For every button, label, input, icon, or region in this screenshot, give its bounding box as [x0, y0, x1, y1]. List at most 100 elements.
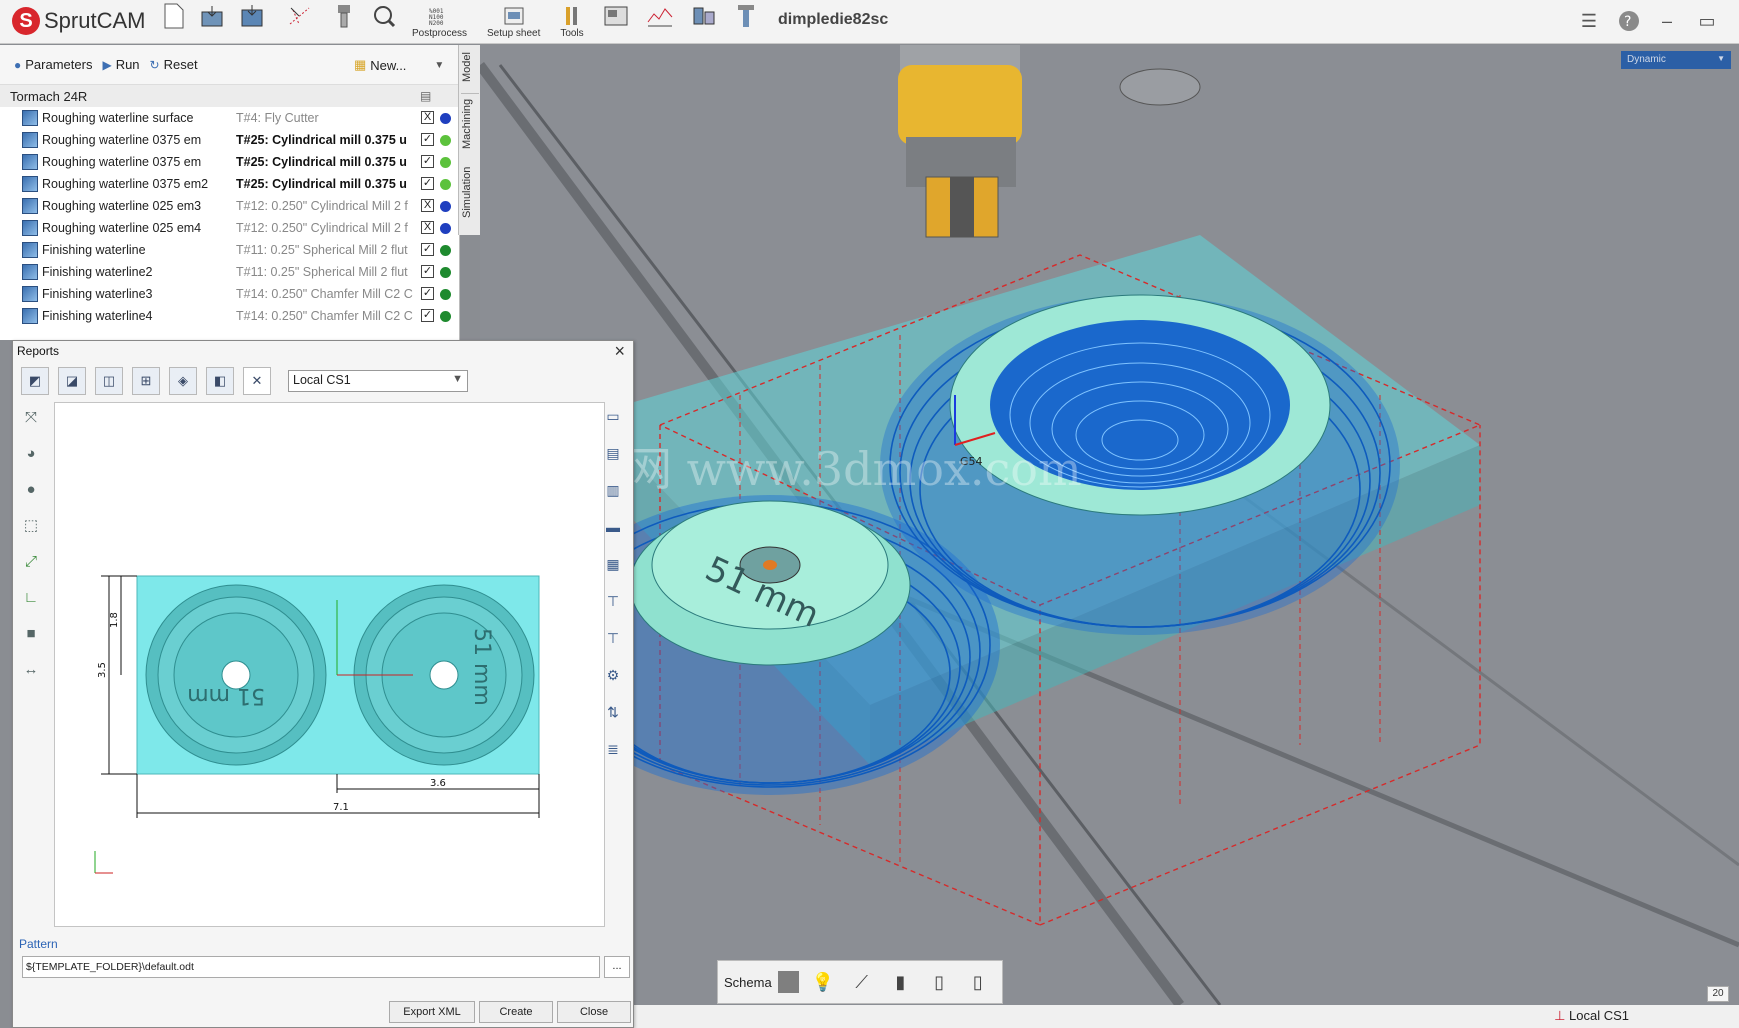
view-mode-value: Dynamic — [1627, 54, 1666, 65]
lightbulb-icon[interactable]: 💡 — [809, 967, 838, 997]
operation-row[interactable]: Finishing waterline4 T#14: 0.250" Chamfer… — [0, 305, 459, 327]
schema-label: Schema — [724, 974, 772, 990]
save-project-button[interactable] — [238, 4, 266, 40]
tool-view-icon[interactable]: ⊤ — [597, 586, 629, 616]
workpiece-shaded-icon[interactable]: ▮ — [886, 967, 915, 997]
operation-enabled-checkbox[interactable]: ✓ — [421, 309, 434, 322]
browse-pattern-button[interactable]: ... — [604, 956, 630, 978]
operation-row[interactable]: Finishing waterline T#11: 0.25" Spherical… — [0, 239, 459, 261]
operation-enabled-checkbox[interactable]: ✓ — [421, 133, 434, 146]
restore-button[interactable]: ▭ — [1694, 8, 1720, 34]
stock-view-icon[interactable]: ▥ — [597, 475, 629, 505]
axis-2d-icon[interactable]: ∟ — [17, 583, 45, 611]
parameters-label: Parameters — [25, 57, 93, 72]
operation-enabled-checkbox[interactable]: X — [421, 111, 434, 124]
operation-row[interactable]: Roughing waterline 0375 em2 T#25: Cylindr… — [0, 173, 459, 195]
page-layout-icon[interactable]: ▭ — [597, 401, 629, 431]
operation-name: Roughing waterline 0375 em — [42, 133, 202, 147]
axes-icon[interactable]: ⤢ — [17, 547, 45, 575]
operation-enabled-checkbox[interactable]: ✓ — [421, 265, 434, 278]
new-operation-button[interactable]: ▦ New... ▼ — [354, 57, 444, 73]
view-iso-icon[interactable]: ◈ — [169, 367, 197, 395]
clear-view-icon[interactable]: ✕ — [243, 367, 271, 395]
cs-select[interactable]: Local CS1 ▼ — [288, 370, 468, 392]
create-button[interactable]: Create — [479, 1001, 553, 1023]
pattern-input[interactable]: ${TEMPLATE_FOLDER}\default.odt — [22, 956, 600, 978]
parameters-button[interactable]: ● Parameters — [14, 57, 92, 72]
tab-machining[interactable]: Machining — [461, 93, 479, 153]
fixture-view-icon[interactable]: ▬ — [597, 512, 629, 542]
operation-enabled-checkbox[interactable]: ✓ — [421, 155, 434, 168]
view-section-icon[interactable]: ◧ — [206, 367, 234, 395]
run-button[interactable]: ▶ Run — [102, 57, 139, 72]
fit-view-icon[interactable]: ⤧ — [17, 403, 45, 431]
view-top-icon[interactable]: ◩ — [21, 367, 49, 395]
operation-row[interactable]: Roughing waterline 0375 em T#25: Cylindri… — [0, 129, 459, 151]
operation-tool: T#25: Cylindrical mill 0.375 u — [236, 133, 407, 147]
toolpath-button[interactable] — [286, 4, 314, 40]
postprocess-label: Postprocess — [412, 28, 468, 39]
operation-enabled-checkbox[interactable]: ✓ — [421, 177, 434, 190]
document-icon[interactable]: ▤ — [420, 89, 431, 103]
section-plane-icon[interactable]: ⟋ — [847, 967, 876, 997]
operation-enabled-checkbox[interactable]: X — [421, 221, 434, 234]
tools-button[interactable]: Tools — [558, 4, 586, 40]
list-view-icon[interactable]: ≣ — [597, 734, 629, 764]
close-icon[interactable]: × — [614, 341, 625, 362]
operation-row[interactable]: Roughing waterline 0375 em T#25: Cylindri… — [0, 151, 459, 173]
operation-enabled-checkbox[interactable]: ✓ — [421, 243, 434, 256]
operation-row[interactable]: Roughing waterline surface T#4: Fly Cutte… — [0, 107, 459, 129]
new-project-button[interactable] — [160, 3, 188, 40]
reset-button[interactable]: ↻ Reset — [150, 57, 198, 72]
setup-sheet-button[interactable]: Setup sheet — [487, 4, 540, 40]
menu-icon[interactable]: ☰ — [1576, 8, 1602, 34]
vertical-tabs: Model Machining Simulation — [458, 45, 480, 235]
minimize-button[interactable]: – — [1654, 8, 1680, 34]
fill-icon[interactable]: ■ — [17, 619, 45, 647]
tab-model[interactable]: Model — [461, 49, 479, 85]
operation-enabled-checkbox[interactable]: X — [421, 199, 434, 212]
machine-view-button[interactable] — [602, 4, 630, 40]
view-mode-select[interactable]: Dynamic ▼ — [1621, 51, 1731, 69]
operation-status-dot — [440, 223, 451, 234]
workpiece-transparent-icon[interactable]: ▯ — [963, 967, 992, 997]
operation-enabled-checkbox[interactable]: ✓ — [421, 287, 434, 300]
help-icon[interactable]: ? — [1616, 8, 1642, 34]
report-drawing-canvas[interactable]: 51 mm 51 mm 1.8 3.5 3.6 7.1 — [54, 402, 605, 927]
operation-row[interactable]: Finishing waterline3 T#14: 0.250" Chamfer… — [0, 283, 459, 305]
simulation-chart-button[interactable] — [646, 4, 674, 40]
chevron-down-icon: ▼ — [434, 59, 445, 71]
operation-view-icon[interactable]: ⇅ — [597, 697, 629, 727]
schema-color-swatch[interactable] — [777, 971, 799, 993]
setup-view-icon[interactable]: ▦ — [597, 549, 629, 579]
tab-simulation[interactable]: Simulation — [461, 159, 479, 225]
3d-viewport[interactable]: 51 mm G54 西网 www.3dmox.com Dynamic ▼ — [480, 45, 1739, 1005]
sphere-icon[interactable]: ● — [17, 475, 45, 503]
open-project-button[interactable] — [198, 4, 226, 40]
part-view-icon[interactable]: ▤ — [597, 438, 629, 468]
tool-holder-button[interactable] — [330, 4, 358, 40]
view-side-icon[interactable]: ◫ — [95, 367, 123, 395]
holder-view-icon[interactable]: ⊤ — [597, 623, 629, 653]
close-button[interactable]: Close — [557, 1001, 631, 1023]
shaded-icon[interactable]: ◕ — [17, 439, 45, 467]
machine-row[interactable]: Tormach 24R ▤ — [0, 85, 459, 107]
workpiece-button[interactable] — [690, 4, 718, 40]
status-bar: ⊥ Local CS1 — [480, 1005, 1739, 1028]
machine-view-icon[interactable]: ⚙ — [597, 660, 629, 690]
tool-library-button[interactable] — [732, 4, 760, 40]
dimension-icon[interactable]: ↔ — [17, 655, 45, 683]
workpiece-wire-icon[interactable]: ▯ — [925, 967, 954, 997]
operation-row[interactable]: Roughing waterline 025 em4 T#12: 0.250" C… — [0, 217, 459, 239]
view-multi-icon[interactable]: ⊞ — [132, 367, 160, 395]
operation-row[interactable]: Roughing waterline 025 em3 T#12: 0.250" C… — [0, 195, 459, 217]
operation-status-dot — [440, 201, 451, 212]
operation-row[interactable]: Finishing waterline2 T#11: 0.25" Spherica… — [0, 261, 459, 283]
view-front-icon[interactable]: ◪ — [58, 367, 86, 395]
run-icon: ▶ — [102, 57, 112, 72]
inspect-button[interactable] — [370, 4, 398, 40]
export-xml-button[interactable]: Export XML — [389, 1001, 475, 1023]
cube-icon[interactable]: ⬚ — [17, 511, 45, 539]
setup-sheet-label: Setup sheet — [487, 28, 541, 39]
postprocess-button[interactable]: %001 N100 N200 Postprocess — [412, 4, 467, 40]
